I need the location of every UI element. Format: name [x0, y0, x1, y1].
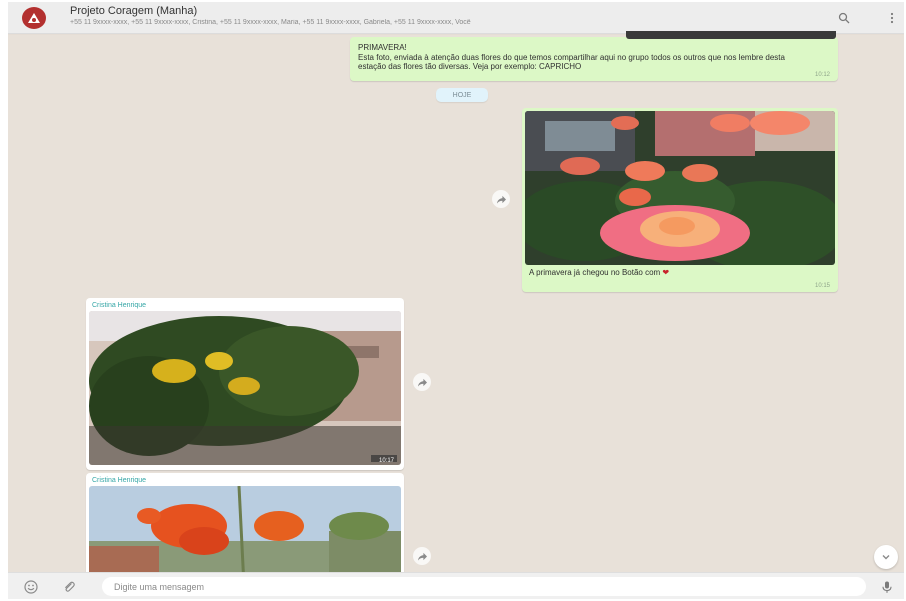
previous-image-edge [626, 31, 836, 39]
emoji-icon[interactable] [22, 578, 40, 596]
forward-icon[interactable] [492, 190, 510, 208]
scroll-down-button[interactable] [874, 545, 898, 569]
rose-image [525, 111, 835, 265]
chevron-down-icon [882, 555, 890, 560]
message-time: 10:17 [378, 458, 394, 464]
message-time: 10:15 [814, 283, 830, 289]
chat-area[interactable]: PRIMAVERA! Esta foto, enviada à atenção … [8, 31, 904, 586]
group-avatar[interactable] [22, 7, 46, 29]
participants-list: +55 11 9xxxx-xxxx, +55 11 9xxxx-xxxx, Cr… [70, 19, 471, 26]
image-caption: A primavera já chegou no Botão com ❤ [525, 265, 835, 277]
compose-bar: Digite uma mensagem [8, 572, 904, 599]
rose-photo[interactable] [525, 111, 835, 265]
chat-header: Projeto Coragem (Manha) +55 11 9xxxx-xxx… [8, 2, 904, 34]
tree-image [89, 311, 401, 465]
search-icon[interactable] [836, 10, 852, 26]
group-name[interactable]: Projeto Coragem (Manha) [70, 5, 197, 17]
message-input[interactable]: Digite uma mensagem [102, 577, 866, 596]
incoming-image-message[interactable]: Cristina Henrique 10:17 [86, 298, 404, 470]
message-time: 10:12 [814, 72, 830, 78]
microphone-icon[interactable] [878, 578, 896, 596]
message-body: Esta foto, enviada à atenção duas flores… [358, 53, 785, 71]
date-separator: HOJE [436, 88, 488, 102]
caption-text: A primavera já chegou no Botão com [529, 268, 661, 277]
whatsapp-window: Projeto Coragem (Manha) +55 11 9xxxx-xxx… [8, 2, 904, 599]
menu-icon[interactable] [884, 10, 900, 26]
tree-photo[interactable] [89, 311, 401, 465]
flower-photo[interactable] [89, 486, 401, 586]
input-placeholder: Digite uma mensagem [114, 581, 205, 592]
attach-icon[interactable] [60, 578, 78, 596]
sender-name[interactable]: Cristina Henrique [89, 301, 401, 311]
heart-emoji-icon: ❤ [662, 268, 670, 277]
forward-icon[interactable] [413, 547, 431, 565]
message-title: PRIMAVERA! [358, 43, 407, 52]
orange-flower-image [89, 486, 401, 586]
incoming-image-message[interactable]: Cristina Henrique [86, 473, 404, 586]
group-logo-icon [28, 13, 40, 23]
outgoing-image-message[interactable]: A primavera já chegou no Botão com ❤ 10:… [522, 108, 838, 292]
sender-name[interactable]: Cristina Henrique [89, 476, 401, 486]
forward-icon[interactable] [413, 373, 431, 391]
outgoing-text-message[interactable]: PRIMAVERA! Esta foto, enviada à atenção … [350, 31, 838, 81]
